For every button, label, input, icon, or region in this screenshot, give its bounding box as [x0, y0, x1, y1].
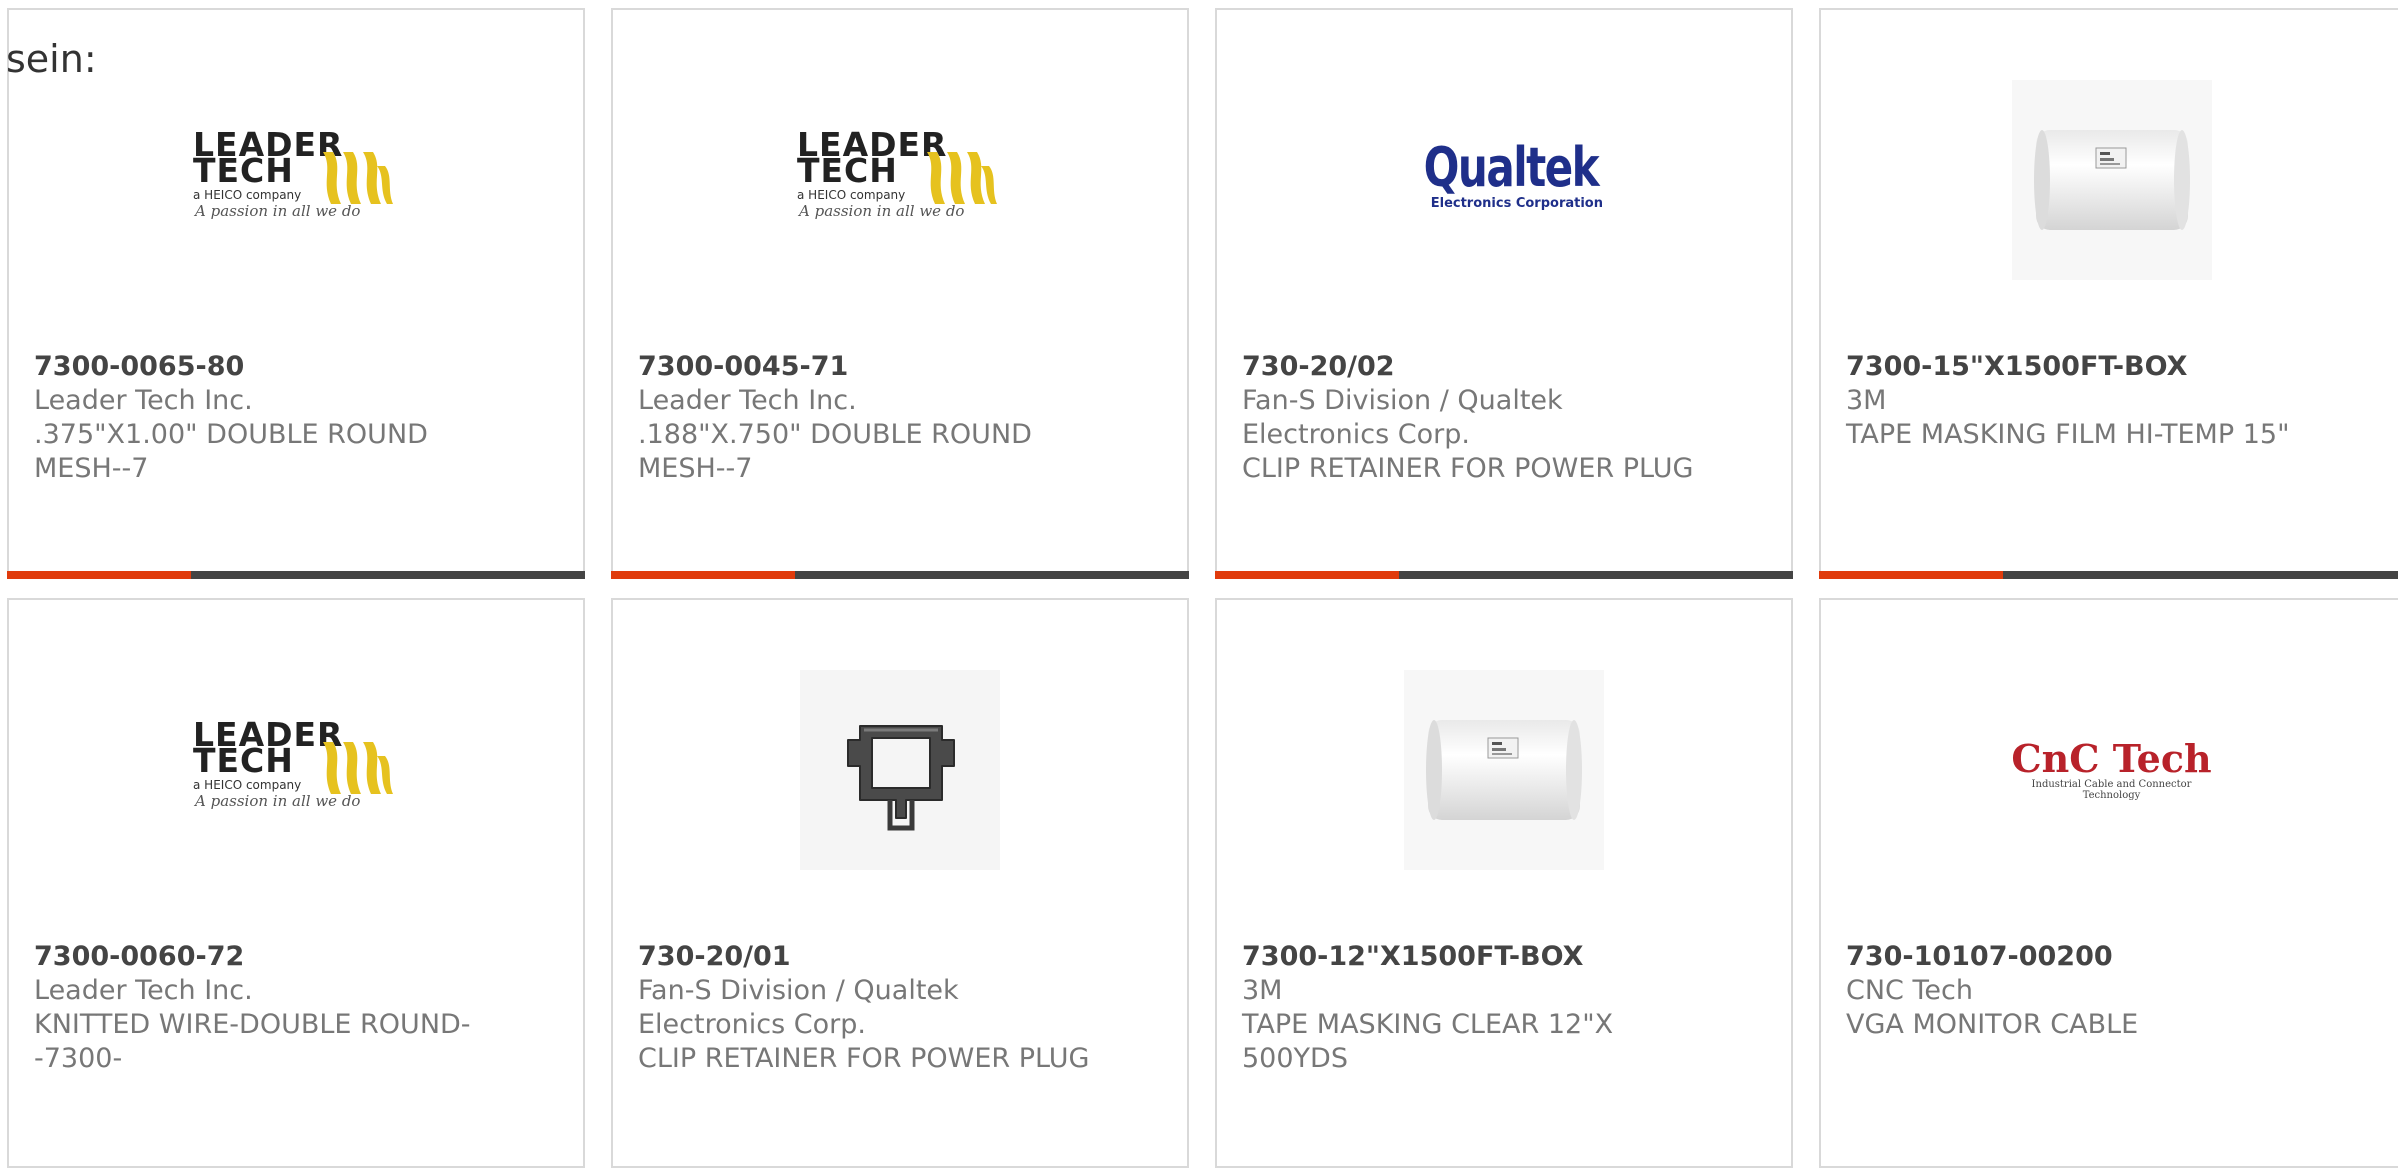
intro-text: sein: — [6, 37, 97, 81]
leader-tech-mark-icon — [927, 152, 997, 204]
part-number[interactable]: 7300-0065-80 — [34, 350, 494, 384]
card-bar-accent — [7, 571, 191, 579]
qualtek-logo: Qualtek Electronics Corporation — [1401, 140, 1607, 220]
manufacturer: Fan-S Division / Qualtek Electronics Cor… — [1242, 385, 1563, 450]
manufacturer: Leader Tech Inc. — [638, 385, 857, 416]
product-image: LEADER TECH a HEICO company A passion in… — [9, 70, 583, 290]
manufacturer: 3M — [1242, 975, 1283, 1006]
product-image — [613, 660, 1187, 880]
logo-text: TECH — [193, 741, 294, 780]
product-image: CnC Tech Industrial Cable and Connector … — [1821, 660, 2398, 880]
product-image: LEADER TECH a HEICO company A passion in… — [613, 70, 1187, 290]
description: .375"X1.00" DOUBLE ROUND MESH--7 — [34, 419, 428, 484]
tape-roll-image — [1404, 670, 1604, 870]
logo-text: a HEICO company — [797, 188, 906, 202]
part-number[interactable]: 7300-15"X1500FT-BOX — [1846, 350, 2306, 384]
product-image: Qualtek Electronics Corporation — [1217, 70, 1791, 290]
product-image — [1217, 660, 1791, 880]
part-number[interactable]: 7300-0060-72 — [34, 940, 494, 974]
clip-image — [800, 670, 1000, 870]
part-number[interactable]: 730-20/01 — [638, 940, 1098, 974]
product-info: 7300-15"X1500FT-BOX 3M TAPE MASKING FILM… — [1846, 350, 2306, 452]
leader-tech-logo: LEADER TECH a HEICO company A passion in… — [191, 128, 401, 230]
description: CLIP RETAINER FOR POWER PLUG — [638, 1043, 1090, 1074]
tape-roll-icon — [1426, 720, 1582, 820]
product-card[interactable]: LEADER TECH a HEICO company A passion in… — [611, 8, 1189, 579]
description: VGA MONITOR CABLE — [1846, 1009, 2139, 1040]
part-number[interactable]: 730-20/02 — [1242, 350, 1702, 384]
description: TAPE MASKING CLEAR 12"X 500YDS — [1242, 1009, 1614, 1074]
product-info: 730-20/02 Fan-S Division / Qualtek Elect… — [1242, 350, 1702, 486]
product-card[interactable]: 7300-12"X1500FT-BOX 3M TAPE MASKING CLEA… — [1215, 598, 1793, 1168]
card-bar — [611, 571, 1189, 579]
card-bar — [1215, 571, 1793, 579]
product-card[interactable]: 7300-15"X1500FT-BOX 3M TAPE MASKING FILM… — [1819, 8, 2398, 579]
product-info: 730-10107-00200 CNC Tech VGA MONITOR CAB… — [1846, 940, 2306, 1042]
product-card[interactable]: 730-20/01 Fan-S Division / Qualtek Elect… — [611, 598, 1189, 1168]
leader-tech-mark-icon — [323, 742, 393, 794]
clip-retainer-icon — [847, 725, 955, 831]
manufacturer: Leader Tech Inc. — [34, 385, 253, 416]
product-card[interactable]: Qualtek Electronics Corporation 730-20/0… — [1215, 8, 1793, 579]
card-bar — [1819, 571, 2398, 579]
product-info: 7300-0045-71 Leader Tech Inc. .188"X.750… — [638, 350, 1098, 486]
product-info: 730-20/01 Fan-S Division / Qualtek Elect… — [638, 940, 1098, 1076]
manufacturer: 3M — [1846, 385, 1887, 416]
logo-text: CnC Tech — [2011, 736, 2212, 781]
product-grid: LEADER TECH a HEICO company A passion in… — [0, 0, 2398, 1168]
part-number[interactable]: 730-10107-00200 — [1846, 940, 2306, 974]
part-number[interactable]: 7300-12"X1500FT-BOX — [1242, 940, 1702, 974]
product-info: 7300-12"X1500FT-BOX 3M TAPE MASKING CLEA… — [1242, 940, 1702, 1076]
logo-text: TECH — [193, 151, 294, 190]
logo-text: Qualtek — [1423, 136, 1600, 199]
tape-roll-icon — [2033, 130, 2190, 230]
card-bar-accent — [1819, 571, 2003, 579]
logo-text: TECH — [797, 151, 898, 190]
product-card[interactable]: LEADER TECH a HEICO company A passion in… — [7, 8, 585, 579]
description: CLIP RETAINER FOR POWER PLUG — [1242, 453, 1694, 484]
product-info: 7300-0060-72 Leader Tech Inc. KNITTED WI… — [34, 940, 494, 1076]
product-card[interactable]: CnC Tech Industrial Cable and Connector … — [1819, 598, 2398, 1168]
part-number[interactable]: 7300-0045-71 — [638, 350, 1098, 384]
product-card[interactable]: LEADER TECH a HEICO company A passion in… — [7, 598, 585, 1168]
logo-text: a HEICO company — [193, 778, 302, 792]
manufacturer: CNC Tech — [1846, 975, 1973, 1006]
description: .188"X.750" DOUBLE ROUND MESH--7 — [638, 419, 1032, 484]
product-image — [1821, 70, 2398, 290]
leader-tech-logo: LEADER TECH a HEICO company A passion in… — [191, 718, 401, 820]
logo-text: a HEICO company — [193, 188, 302, 202]
description: TAPE MASKING FILM HI-TEMP 15" — [1846, 419, 2290, 450]
manufacturer: Leader Tech Inc. — [34, 975, 253, 1006]
logo-text: Industrial Cable and Connector Technolog… — [2031, 779, 2192, 801]
description: KNITTED WIRE-DOUBLE ROUND--7300- — [34, 1009, 471, 1074]
card-bar-accent — [1215, 571, 1399, 579]
cnc-tech-logo: CnC Tech Industrial Cable and Connector … — [2007, 736, 2217, 802]
leader-tech-mark-icon — [323, 152, 393, 204]
product-info: 7300-0065-80 Leader Tech Inc. .375"X1.00… — [34, 350, 494, 486]
card-bar — [7, 571, 585, 579]
manufacturer: Fan-S Division / Qualtek Electronics Cor… — [638, 975, 959, 1040]
tape-roll-image — [2011, 80, 2212, 280]
card-bar-accent — [611, 571, 795, 579]
leader-tech-logo: LEADER TECH a HEICO company A passion in… — [795, 128, 1005, 230]
product-image: LEADER TECH a HEICO company A passion in… — [9, 660, 583, 880]
